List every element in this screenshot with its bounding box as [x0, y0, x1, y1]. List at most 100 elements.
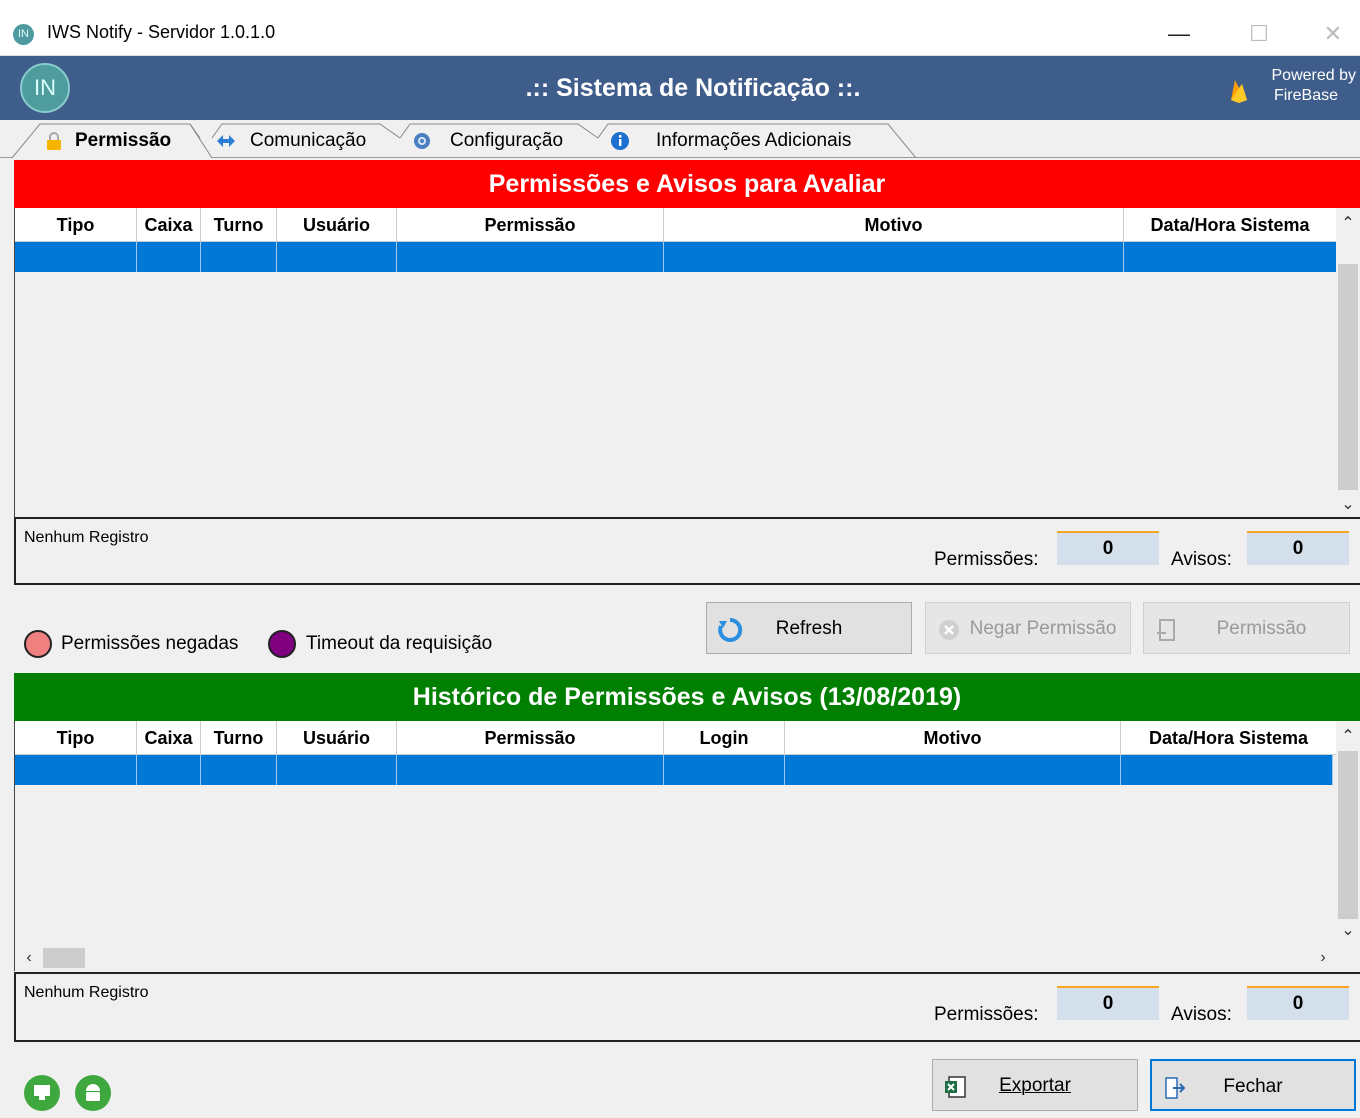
table-cell[interactable] [277, 242, 397, 272]
history-hscroll[interactable]: ‹ › [15, 945, 1360, 971]
pending-notices-label: Avisos: [1171, 549, 1232, 570]
app-header: IN .:: Sistema de Notificação ::. Powere… [0, 56, 1360, 120]
header-title: .:: Sistema de Notificação ::. [525, 74, 861, 102]
history-notices-label: Avisos: [1171, 1004, 1232, 1025]
col-header[interactable]: Usuário [277, 721, 397, 755]
window-title: IWS Notify - Servidor 1.0.1.0 [47, 22, 276, 42]
table-cell[interactable] [15, 755, 137, 785]
arrows-icon [217, 135, 235, 147]
powered-by-line2: FireBase [1273, 87, 1338, 104]
pending-notices-count: 0 [1247, 531, 1349, 565]
col-header[interactable]: Motivo [785, 721, 1121, 755]
grant-permission-button[interactable]: Permissão [1143, 602, 1350, 654]
pending-title: Permissões e Avisos para Avaliar [14, 160, 1360, 208]
deny-permission-label: Negar Permissão [969, 618, 1117, 639]
android-icon [86, 1084, 100, 1101]
history-vscroll[interactable]: ⌃ ⌄ [1336, 721, 1360, 945]
table-row[interactable] [15, 755, 1333, 785]
table-cell[interactable] [201, 242, 277, 272]
scroll-up-arrow[interactable]: ⌃ [1336, 725, 1360, 749]
history-title: Histórico de Permissões e Avisos (13/08/… [14, 673, 1360, 721]
scroll-left-arrow[interactable]: ‹ [17, 945, 41, 971]
deny-permission-button[interactable]: Negar Permissão [925, 602, 1131, 654]
history-permissions-count: 0 [1057, 986, 1159, 1020]
export-button[interactable]: Exportar [932, 1059, 1138, 1111]
tab-bar: Permissão Comunicação Configuração Infor… [0, 120, 1360, 158]
powered-by: Powered by FireBase [1252, 66, 1357, 106]
powered-by-line1: Powered by [1271, 67, 1357, 84]
grant-permission-label: Permissão [1216, 618, 1307, 639]
col-header[interactable]: Usuário [277, 208, 397, 242]
maximize-button[interactable]: ☐ [1236, 14, 1282, 54]
table-cell[interactable] [277, 755, 397, 785]
desktop-status-icon [24, 1075, 60, 1111]
col-header[interactable]: Turno [201, 208, 277, 242]
table-cell[interactable] [664, 242, 1124, 272]
scroll-thumb[interactable] [1338, 264, 1358, 490]
col-header[interactable]: Motivo [664, 208, 1124, 242]
denied-dot-icon [24, 630, 52, 658]
col-header[interactable]: Data/Hora Sistema [1121, 721, 1337, 755]
scroll-right-arrow[interactable]: › [1311, 945, 1335, 971]
pending-grid-header: Tipo Caixa Turno Usuário Permissão Motiv… [15, 208, 1337, 242]
table-row[interactable] [15, 242, 1337, 272]
col-header[interactable]: Tipo [15, 721, 137, 755]
hscroll-thumb[interactable] [43, 948, 85, 968]
door-icon [1157, 619, 1175, 641]
pending-vscroll[interactable]: ⌃ ⌄ [1336, 208, 1360, 517]
col-header[interactable]: Caixa [137, 208, 201, 242]
gear-icon [414, 133, 430, 149]
history-grid-header: Tipo Caixa Turno Usuário Permissão Login… [15, 721, 1337, 755]
col-header[interactable]: Permissão [397, 721, 664, 755]
scroll-down-arrow[interactable]: ⌄ [1336, 919, 1360, 943]
col-header[interactable]: Caixa [137, 721, 201, 755]
col-header[interactable]: Tipo [15, 208, 137, 242]
refresh-button[interactable]: Refresh [706, 602, 912, 654]
history-permissions-label: Permissões: [934, 1004, 1039, 1025]
col-header[interactable]: Login [664, 721, 785, 755]
tab-configuracao-label: Configuração [450, 130, 564, 151]
pending-permissions-label: Permissões: [934, 549, 1039, 570]
pending-status: Nenhum Registro [24, 529, 149, 546]
table-cell[interactable] [15, 242, 137, 272]
table-cell[interactable] [1121, 755, 1333, 785]
android-status-icon [75, 1075, 111, 1111]
col-header[interactable]: Data/Hora Sistema [1124, 208, 1337, 242]
history-status: Nenhum Registro [24, 984, 149, 1001]
close-button[interactable]: Fechar [1150, 1059, 1356, 1111]
pending-permissions-count: 0 [1057, 531, 1159, 565]
firebase-icon [1231, 80, 1247, 103]
scroll-down-arrow[interactable]: ⌄ [1336, 493, 1360, 517]
pending-grid[interactable]: Tipo Caixa Turno Usuário Permissão Motiv… [14, 208, 1360, 517]
legend-denied: Permissões negadas [24, 629, 264, 659]
timeout-dot-icon [268, 630, 296, 658]
col-header[interactable]: Permissão [397, 208, 664, 242]
table-cell[interactable] [1124, 242, 1337, 272]
window-titlebar: IN IWS Notify - Servidor 1.0.1.0 — ☐ ✕ [0, 0, 1360, 56]
close-label: Fechar [1223, 1076, 1283, 1097]
table-cell[interactable] [201, 755, 277, 785]
scroll-thumb[interactable] [1338, 751, 1358, 919]
history-grid[interactable]: Tipo Caixa Turno Usuário Permissão Login… [14, 721, 1360, 971]
tab-comunicacao-label: Comunicação [250, 130, 367, 151]
close-window-button[interactable]: ✕ [1310, 14, 1356, 54]
history-notices-count: 0 [1247, 986, 1349, 1020]
monitor-icon [34, 1085, 50, 1100]
col-header[interactable]: Turno [201, 721, 277, 755]
legend-denied-label: Permissões negadas [61, 633, 239, 654]
table-cell[interactable] [785, 755, 1121, 785]
cancel-icon [939, 620, 959, 640]
tab-informacoes-label: Informações Adicionais [656, 130, 852, 151]
excel-icon [945, 1076, 966, 1098]
minimize-button[interactable]: — [1156, 14, 1202, 54]
lock-icon [47, 132, 61, 150]
table-cell[interactable] [137, 242, 201, 272]
table-cell[interactable] [664, 755, 785, 785]
history-footer: Nenhum Registro Permissões: 0 Avisos: 0 [14, 972, 1360, 1042]
exit-icon [1165, 1077, 1186, 1099]
scroll-up-arrow[interactable]: ⌃ [1336, 212, 1360, 236]
table-cell[interactable] [137, 755, 201, 785]
table-cell[interactable] [397, 755, 664, 785]
legend-timeout-label: Timeout da requisição [306, 633, 493, 654]
table-cell[interactable] [397, 242, 664, 272]
